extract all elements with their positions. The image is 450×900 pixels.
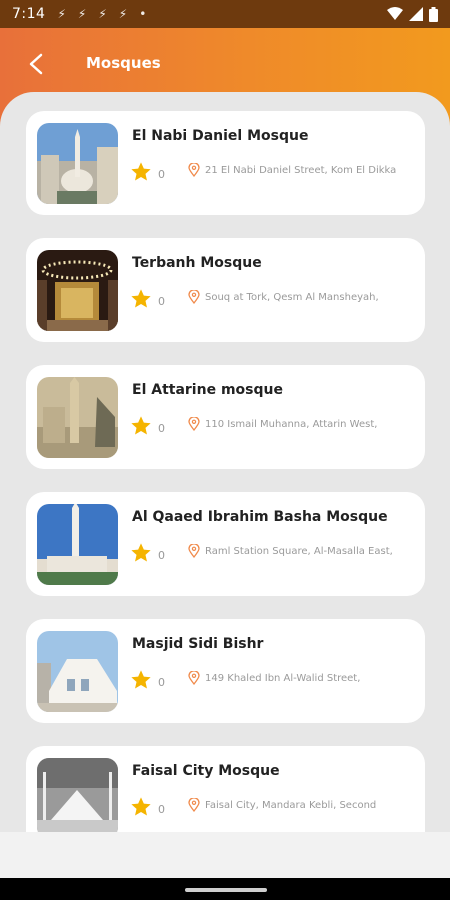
address-text: 149 Khaled Ibn Al-Walid Street, xyxy=(205,672,361,684)
location-pin-icon xyxy=(188,163,200,177)
rating-value: 0 xyxy=(158,167,165,181)
mosque-card[interactable]: Masjid Sidi Bishr 0 149 Khaled Ibn Al-Wa… xyxy=(26,619,425,723)
rating-value: 0 xyxy=(158,802,165,816)
address-text: Raml Station Square, Al-Masalla East, xyxy=(205,545,393,557)
mosque-name: Terbanh Mosque xyxy=(132,255,262,271)
star-icon xyxy=(131,797,151,816)
rating: 0 xyxy=(130,161,165,183)
mosque-name: Al Qaaed Ibrahim Basha Mosque xyxy=(132,509,388,525)
notification-icon: ⚡ xyxy=(98,7,107,21)
address: Faisal City, Mandara Kebli, Second xyxy=(188,798,418,812)
address: 110 Ismail Muhanna, Attarin West, xyxy=(188,417,418,431)
address-text: 21 El Nabi Daniel Street, Kom El Dikka xyxy=(205,164,397,176)
rating-value: 0 xyxy=(158,675,165,689)
rating-value: 0 xyxy=(158,294,165,308)
star-icon xyxy=(131,670,151,689)
location-pin-icon xyxy=(188,417,200,431)
mosque-image xyxy=(37,123,118,204)
address: 21 El Nabi Daniel Street, Kom El Dikka xyxy=(188,163,418,177)
mosque-image xyxy=(37,504,118,585)
mosque-card[interactable]: Terbanh Mosque 0 Souq at Tork, Qesm Al M… xyxy=(26,238,425,342)
mosque-image xyxy=(37,631,118,712)
address: Raml Station Square, Al-Masalla East, xyxy=(188,544,418,558)
rating-value: 0 xyxy=(158,421,165,435)
address-text: Souq at Tork, Qesm Al Mansheyah, xyxy=(205,291,379,303)
mosque-name: Faisal City Mosque xyxy=(132,763,280,779)
mosque-card[interactable]: El Nabi Daniel Mosque 0 21 El Nabi Danie… xyxy=(26,111,425,215)
notification-icon: ⚡ xyxy=(118,7,128,21)
star-icon xyxy=(131,289,151,308)
status-bar: 7:14 ⚡ ⚡ ⚡ ⚡ • xyxy=(0,0,450,28)
mosque-card[interactable]: El Attarine mosque 0 110 Ismail Muhanna,… xyxy=(26,365,425,469)
page-title: Mosques xyxy=(86,54,161,72)
location-pin-icon xyxy=(188,798,200,812)
rating: 0 xyxy=(130,796,165,818)
notification-icon: ⚡ xyxy=(57,7,66,21)
bottom-area xyxy=(0,832,450,878)
status-left: 7:14 ⚡ ⚡ ⚡ ⚡ • xyxy=(12,6,146,22)
location-pin-icon xyxy=(188,290,200,304)
rating: 0 xyxy=(130,415,165,437)
address: Souq at Tork, Qesm Al Mansheyah, xyxy=(188,290,418,304)
dot-icon: • xyxy=(139,7,147,21)
wifi-icon xyxy=(387,7,403,20)
mosque-card[interactable]: Faisal City Mosque 0 Faisal City, Mandar… xyxy=(26,746,425,832)
location-pin-icon xyxy=(188,671,200,685)
rating: 0 xyxy=(130,542,165,564)
rating: 0 xyxy=(130,288,165,310)
mosque-name: El Nabi Daniel Mosque xyxy=(132,128,309,144)
mosque-image xyxy=(37,377,118,458)
address: 149 Khaled Ibn Al-Walid Street, xyxy=(188,671,418,685)
status-time: 7:14 xyxy=(12,6,46,22)
back-button[interactable] xyxy=(22,50,50,78)
back-arrow-icon xyxy=(29,53,43,75)
battery-icon xyxy=(429,6,438,22)
status-right xyxy=(387,6,438,22)
address-text: 110 Ismail Muhanna, Attarin West, xyxy=(205,418,378,430)
mosque-name: Masjid Sidi Bishr xyxy=(132,636,264,652)
mosque-card[interactable]: Al Qaaed Ibrahim Basha Mosque 0 Raml Sta… xyxy=(26,492,425,596)
notification-icon: ⚡ xyxy=(77,7,87,21)
mosque-image xyxy=(37,758,118,832)
mosque-image xyxy=(37,250,118,331)
star-icon xyxy=(131,543,151,562)
signal-icon xyxy=(409,7,423,21)
rating: 0 xyxy=(130,669,165,691)
star-icon xyxy=(131,162,151,181)
mosque-name: El Attarine mosque xyxy=(132,382,283,398)
rating-value: 0 xyxy=(158,548,165,562)
star-icon xyxy=(131,416,151,435)
location-pin-icon xyxy=(188,544,200,558)
mosque-list: El Nabi Daniel Mosque 0 21 El Nabi Danie… xyxy=(0,92,450,832)
home-indicator[interactable] xyxy=(185,888,267,892)
address-text: Faisal City, Mandara Kebli, Second xyxy=(205,799,377,811)
